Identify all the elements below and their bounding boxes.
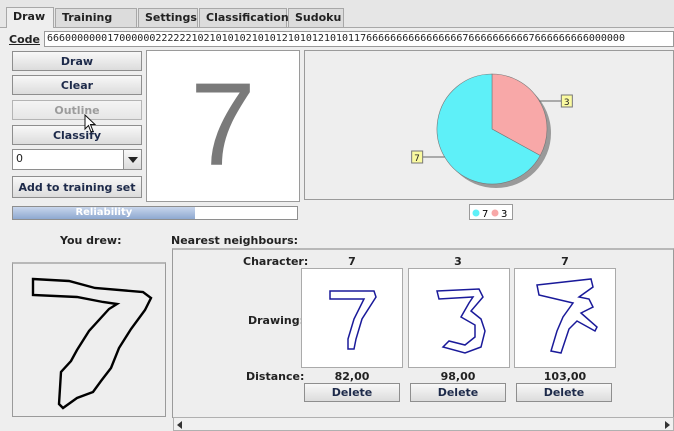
drawing-canvas[interactable] (12, 262, 166, 417)
neighbour-1-character: 7 (348, 255, 356, 268)
draw-button[interactable]: Draw (12, 51, 142, 71)
reliability-label: Reliability (75, 207, 133, 218)
pie-chart-panel: 73 (304, 50, 674, 200)
neighbour-2-distance: 98,00 (440, 370, 476, 383)
tab-settings-label: Settings (145, 11, 197, 24)
pie-label-3: 3 (564, 98, 570, 108)
neighbour-3-distance: 103,00 (543, 370, 587, 383)
delete-neighbour-1-button[interactable]: Delete (304, 383, 400, 402)
horizontal-scrollbar[interactable] (173, 417, 674, 431)
classify-button[interactable]: Classify (12, 125, 142, 145)
neighbour-3-character: 7 (561, 255, 569, 268)
class-select[interactable]: 0 (12, 149, 142, 170)
neighbour-1-drawing (301, 268, 403, 368)
neighbour-2-character: 3 (454, 255, 462, 268)
tab-draw-label: Draw (13, 10, 46, 23)
pie-chart: 73 (411, 73, 573, 188)
neighbour-2-drawing (408, 268, 510, 368)
character-row-label: Character: (243, 255, 309, 268)
legend-label-3: 3 (501, 209, 507, 220)
mouse-cursor-icon (84, 113, 98, 134)
tab-bar: Draw Training set Settings Classificatio… (0, 0, 674, 42)
code-field[interactable]: 6660000000170000002222221021010102101012… (44, 31, 674, 47)
code-label-text: Code (9, 33, 40, 46)
tab-settings[interactable]: Settings (138, 8, 198, 27)
tab-sudoku-label: Sudoku (295, 11, 342, 24)
tab-draw[interactable]: Draw (6, 7, 54, 28)
tab-classification[interactable]: Classification (199, 8, 289, 27)
pie-legend: 7 3 (469, 204, 513, 220)
drawn-seven-outline (31, 277, 153, 410)
you-drew-label: You drew: (60, 234, 122, 247)
nearest-neighbours-label: Nearest neighbours: (171, 234, 299, 247)
scroll-right-icon[interactable] (665, 421, 670, 429)
clear-button[interactable]: Clear (12, 75, 142, 95)
drawing-row-label: Drawing: (248, 314, 305, 327)
legend-swatch-7 (472, 209, 480, 217)
delete-neighbour-2-button[interactable]: Delete (410, 383, 506, 402)
legend-swatch-3 (491, 209, 499, 217)
legend-label-7: 7 (482, 209, 488, 220)
chevron-down-icon[interactable] (123, 150, 141, 169)
predicted-digit: 7 (190, 59, 256, 191)
distance-row-label: Distance: (246, 370, 305, 383)
pie-label-7: 7 (414, 154, 420, 164)
add-to-training-set-button[interactable]: Add to training set (12, 176, 142, 198)
neighbour-1-distance: 82,00 (334, 370, 370, 383)
delete-neighbour-3-button[interactable]: Delete (516, 383, 612, 402)
outline-button[interactable]: Outline (12, 100, 142, 120)
scroll-left-icon[interactable] (177, 421, 182, 429)
code-label: Code (9, 33, 40, 46)
tab-classification-label: Classification (206, 11, 289, 24)
tab-training-set[interactable]: Training set (55, 8, 137, 42)
tab-sudoku[interactable]: Sudoku (288, 8, 344, 27)
neighbour-3-drawing (514, 268, 616, 368)
reliability-bar: Reliability (12, 206, 298, 220)
classification-result-panel: 7 (146, 50, 300, 202)
class-select-value: 0 (16, 152, 23, 165)
